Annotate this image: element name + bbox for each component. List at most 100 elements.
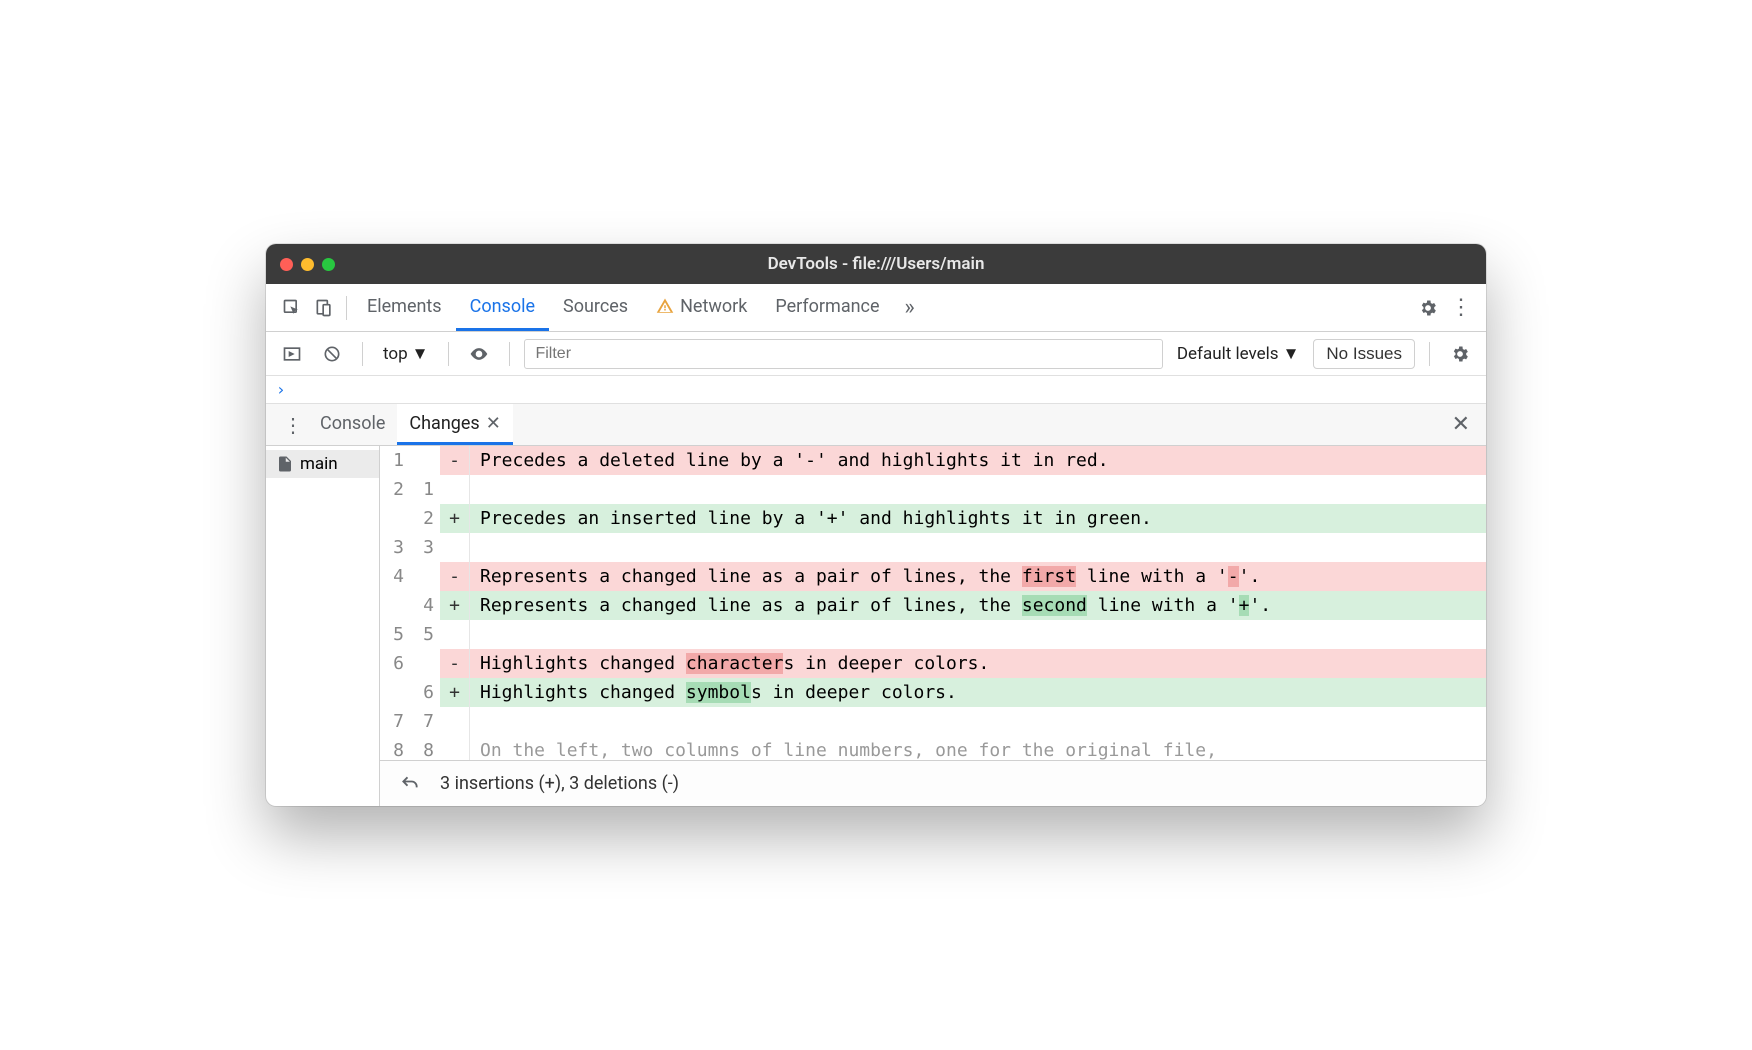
line-number-old: 4 <box>380 562 410 591</box>
drawer-tab-console-label: Console <box>320 413 385 434</box>
chevron-down-icon: ▼ <box>412 344 429 364</box>
line-number-new: 1 <box>410 475 440 504</box>
diff-content: Precedes a deleted line by a '-' and hig… <box>470 446 1486 475</box>
console-toolbar: top ▼ Default levels ▼ No Issues <box>266 332 1486 376</box>
drawer-kebab-icon[interactable]: ⋮ <box>276 409 308 441</box>
kebab-menu-icon[interactable]: ⋮ <box>1444 292 1476 324</box>
titlebar: DevTools - file:///Users/main <box>266 244 1486 284</box>
diff-summary: 3 insertions (+), 3 deletions (-) <box>440 773 679 794</box>
line-number-new: 2 <box>410 504 440 533</box>
file-tree-item-label: main <box>300 454 338 474</box>
main-tabs-bar: Elements Console Sources Network Perform… <box>266 284 1486 332</box>
issues-button[interactable]: No Issues <box>1313 339 1415 369</box>
chevron-down-icon: ▼ <box>1283 344 1300 364</box>
drawer-tab-changes[interactable]: Changes ✕ <box>397 404 512 445</box>
context-selector[interactable]: top ▼ <box>377 340 434 368</box>
tab-console-label: Console <box>470 296 535 317</box>
window-title: DevTools - file:///Users/main <box>266 254 1486 274</box>
line-number-old: 2 <box>380 475 410 504</box>
tab-performance-label: Performance <box>775 296 879 317</box>
close-window-button[interactable] <box>280 258 293 271</box>
console-settings-icon[interactable] <box>1444 338 1476 370</box>
tab-console[interactable]: Console <box>456 284 549 331</box>
diff-marker <box>440 736 470 760</box>
tab-sources-label: Sources <box>563 296 628 317</box>
diff-marker <box>440 707 470 736</box>
line-number-old: 5 <box>380 620 410 649</box>
diff-marker: + <box>440 678 470 707</box>
close-tab-icon[interactable]: ✕ <box>486 413 501 434</box>
line-number-new: 5 <box>410 620 440 649</box>
diff-marker: + <box>440 591 470 620</box>
line-number-old: 1 <box>380 446 410 475</box>
diff-marker <box>440 620 470 649</box>
diff-content <box>470 475 1486 504</box>
clear-console-icon[interactable] <box>316 338 348 370</box>
device-toggle-icon[interactable] <box>308 292 340 324</box>
minimize-window-button[interactable] <box>301 258 314 271</box>
line-number-old <box>380 504 410 533</box>
file-icon <box>276 455 294 473</box>
diff-row: 2+Precedes an inserted line by a '+' and… <box>380 504 1486 533</box>
warning-icon <box>656 297 674 315</box>
inspect-icon[interactable] <box>276 292 308 324</box>
filter-input[interactable] <box>524 339 1162 369</box>
line-number-old: 8 <box>380 736 410 760</box>
diff-footer: 3 insertions (+), 3 deletions (-) <box>380 760 1486 806</box>
live-expression-icon[interactable] <box>463 338 495 370</box>
diff-row: 33 <box>380 533 1486 562</box>
toggle-sidebar-icon[interactable] <box>276 338 308 370</box>
maximize-window-button[interactable] <box>322 258 335 271</box>
line-number-old: 3 <box>380 533 410 562</box>
log-levels-selector[interactable]: Default levels ▼ <box>1171 340 1306 368</box>
line-number-new: 6 <box>410 678 440 707</box>
tab-network-label: Network <box>680 296 747 317</box>
divider <box>509 342 510 366</box>
line-number-new: 3 <box>410 533 440 562</box>
divider <box>346 296 347 320</box>
file-tree-item[interactable]: main <box>266 450 379 478</box>
diff-row: 4+Represents a changed line as a pair of… <box>380 591 1486 620</box>
line-number-new: 7 <box>410 707 440 736</box>
diff-content: Represents a changed line as a pair of l… <box>470 562 1486 591</box>
diff-content: Highlights changed symbols in deeper col… <box>470 678 1486 707</box>
diff-content: On the left, two columns of line numbers… <box>470 736 1486 760</box>
diff-row: 55 <box>380 620 1486 649</box>
settings-icon[interactable] <box>1412 292 1444 324</box>
diff-row: 6 -Highlights changed characters in deepe… <box>380 649 1486 678</box>
revert-icon[interactable] <box>394 768 426 800</box>
diff-content: Highlights changed characters in deeper … <box>470 649 1486 678</box>
tab-network[interactable]: Network <box>642 284 761 331</box>
diff-row: 1-Precedes a deleted line by a '-' and h… <box>380 446 1486 475</box>
diff-content <box>470 533 1486 562</box>
context-selector-label: top <box>383 344 408 364</box>
tab-performance[interactable]: Performance <box>761 284 893 331</box>
console-prompt[interactable]: › <box>266 376 1486 404</box>
file-tree: main <box>266 446 380 806</box>
diff-area: 1 - Precedes a deleted line by a '-' and h… <box>380 446 1486 806</box>
drawer-tab-changes-label: Changes <box>409 413 479 434</box>
line-number-new <box>410 649 440 678</box>
diff-lines[interactable]: 1 - Precedes a deleted line by a '-' and h… <box>380 446 1486 760</box>
diff-row: 6+Highlights changed symbols in deeper c… <box>380 678 1486 707</box>
divider <box>362 342 363 366</box>
diff-marker: - <box>440 562 470 591</box>
line-number-old <box>380 678 410 707</box>
tab-elements[interactable]: Elements <box>353 284 456 331</box>
tab-sources[interactable]: Sources <box>549 284 642 331</box>
more-tabs-icon[interactable]: » <box>894 292 926 324</box>
divider <box>448 342 449 366</box>
drawer-tab-console[interactable]: Console <box>308 404 397 445</box>
line-number-old: 7 <box>380 707 410 736</box>
diff-row: 88 On the left, two columns of line numb… <box>380 736 1486 760</box>
line-number-new <box>410 446 440 475</box>
devtools-window: DevTools - file:///Users/main Elements C… <box>266 244 1486 806</box>
diff-marker: - <box>440 649 470 678</box>
diff-row: 77 <box>380 707 1486 736</box>
close-drawer-icon[interactable]: ✕ <box>1446 412 1476 437</box>
diff-content: Precedes an inserted line by a '+' and h… <box>470 504 1486 533</box>
line-number-new <box>410 562 440 591</box>
line-number-old: 6 <box>380 649 410 678</box>
diff-content <box>470 707 1486 736</box>
diff-content <box>470 620 1486 649</box>
